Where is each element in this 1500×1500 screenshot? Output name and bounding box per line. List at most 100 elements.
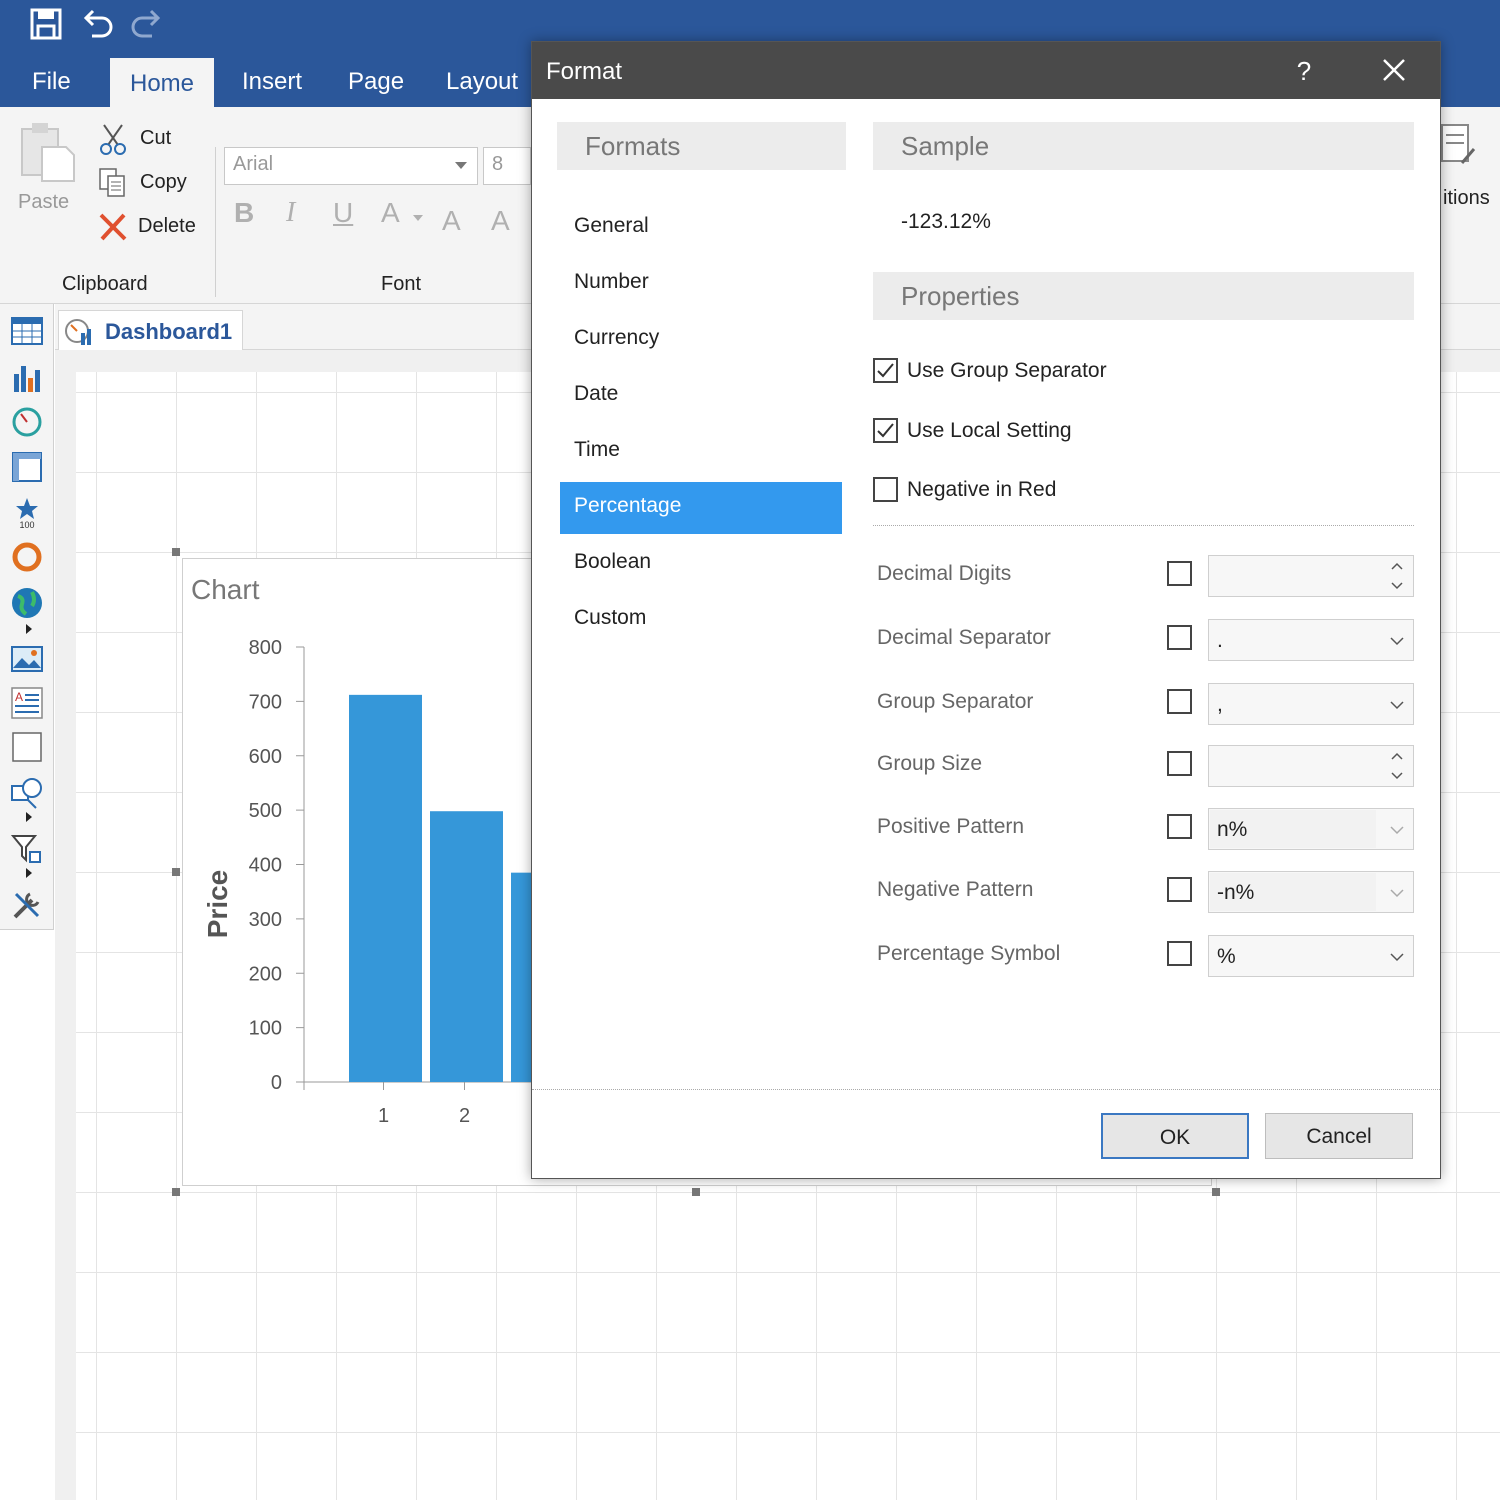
y-tick-label: 300	[249, 909, 282, 931]
negative-in-red-checkbox[interactable]	[873, 477, 898, 502]
option-label: Negative in Red	[907, 478, 1057, 501]
negative-pattern-checkbox[interactable]	[1167, 877, 1192, 902]
grow-font-button[interactable]: A	[442, 205, 461, 237]
group-size-spinner[interactable]	[1208, 745, 1414, 787]
group-separator-select[interactable]: ,	[1208, 683, 1414, 725]
negative-in-red-option[interactable]: Negative in Red	[873, 476, 1173, 506]
cancel-button[interactable]: Cancel	[1265, 1113, 1413, 1159]
tab-layout[interactable]: Layout	[446, 68, 518, 96]
font-color-button[interactable]: A	[381, 197, 400, 229]
chevron-down-icon[interactable]	[1387, 809, 1407, 849]
decimal-digits-checkbox[interactable]	[1167, 561, 1192, 586]
decimal-separator-checkbox[interactable]	[1167, 625, 1192, 650]
font-family-select[interactable]: Arial	[224, 147, 478, 185]
help-button[interactable]: ?	[1292, 56, 1316, 87]
expand-arrow-icon[interactable]	[26, 868, 32, 878]
group-size-label: Group Size	[877, 752, 983, 775]
x-tick-label: 1	[378, 1105, 389, 1127]
use-local-setting-checkbox[interactable]	[873, 418, 898, 443]
svg-text:100: 100	[19, 520, 34, 530]
copy-button[interactable]: Copy	[96, 167, 206, 201]
filter-icon[interactable]	[10, 832, 44, 866]
spinner-arrows-icon[interactable]	[1387, 746, 1407, 786]
chevron-down-icon[interactable]	[1387, 872, 1407, 912]
pivot-icon[interactable]	[10, 450, 44, 484]
y-tick-label: 600	[249, 746, 282, 768]
format-item-general[interactable]: General	[560, 202, 842, 254]
expand-arrow-icon[interactable]	[26, 624, 32, 634]
expand-arrow-icon[interactable]	[26, 812, 32, 822]
decimal-separator-select[interactable]: .	[1208, 619, 1414, 661]
percentage-symbol-select[interactable]: %	[1208, 935, 1414, 977]
tab-page[interactable]: Page	[348, 68, 404, 96]
ok-button[interactable]: OK	[1101, 1113, 1249, 1159]
group-separator-checkbox[interactable]	[1167, 689, 1192, 714]
redo-icon[interactable]	[128, 6, 164, 42]
resize-handle[interactable]	[172, 868, 180, 876]
shape-icon[interactable]	[10, 776, 44, 810]
cut-button[interactable]: Cut	[96, 123, 206, 157]
tab-file[interactable]: File	[32, 68, 71, 96]
chevron-down-icon[interactable]	[1387, 684, 1407, 724]
container-icon[interactable]	[10, 730, 44, 764]
format-item-date[interactable]: Date	[560, 370, 842, 422]
undo-icon[interactable]	[80, 6, 116, 42]
negative-pattern-select[interactable]: -n%	[1208, 871, 1414, 913]
italic-button[interactable]: I	[286, 197, 295, 229]
positive-pattern-select[interactable]: n%	[1208, 808, 1414, 850]
tab-home[interactable]: Home	[110, 58, 215, 108]
format-item-time[interactable]: Time	[560, 426, 842, 478]
conditions-icon[interactable]	[1440, 123, 1476, 173]
clipboard-group-label: Clipboard	[62, 273, 148, 295]
decimal-separator-label: Decimal Separator	[877, 626, 1051, 649]
underline-button[interactable]: U	[333, 197, 353, 229]
close-icon[interactable]	[1378, 54, 1410, 86]
negative-pattern-value: -n%	[1217, 881, 1255, 904]
donut-icon[interactable]	[10, 540, 44, 574]
y-tick-label: 200	[249, 963, 282, 985]
decimal-digits-spinner[interactable]	[1208, 555, 1414, 597]
spinner-arrows-icon[interactable]	[1387, 556, 1407, 596]
format-item-percentage[interactable]: Percentage	[560, 482, 842, 534]
bar-2	[430, 811, 503, 1082]
y-tick-label: 500	[249, 800, 282, 822]
use-group-separator-checkbox[interactable]	[873, 358, 898, 383]
group-size-checkbox[interactable]	[1167, 751, 1192, 776]
format-item-boolean[interactable]: Boolean	[560, 538, 842, 590]
tab-dashboard1[interactable]: Dashboard1	[58, 310, 243, 352]
delete-button[interactable]: Delete	[96, 211, 206, 245]
gauge-icon[interactable]	[10, 404, 44, 438]
font-size-select[interactable]: 8	[483, 147, 531, 185]
shrink-font-button[interactable]: A	[491, 205, 510, 237]
tools-icon[interactable]	[10, 888, 44, 922]
resize-handle[interactable]	[172, 1188, 180, 1196]
tab-insert[interactable]: Insert	[242, 68, 302, 96]
paste-button[interactable]: Paste	[12, 121, 80, 221]
bar-chart-icon[interactable]	[10, 360, 44, 394]
resize-handle[interactable]	[172, 548, 180, 556]
font-group-label: Font	[381, 273, 422, 295]
chevron-down-icon[interactable]	[1387, 620, 1407, 660]
image-icon[interactable]	[10, 642, 44, 676]
richtext-icon[interactable]: A	[10, 686, 44, 720]
scissors-icon	[100, 124, 126, 155]
group-divider	[215, 147, 216, 297]
dialog-title-bar[interactable]: Format ?	[532, 42, 1440, 99]
paste-label: Paste	[18, 191, 70, 213]
use-group-separator-option[interactable]: Use Group Separator	[873, 357, 1173, 387]
rating-icon[interactable]: 100	[10, 496, 44, 530]
save-icon[interactable]	[28, 6, 64, 42]
format-item-currency[interactable]: Currency	[560, 314, 842, 366]
positive-pattern-checkbox[interactable]	[1167, 814, 1192, 839]
globe-icon[interactable]	[10, 586, 44, 620]
bold-button[interactable]: B	[234, 197, 254, 229]
resize-handle[interactable]	[692, 1188, 700, 1196]
chevron-down-icon[interactable]	[1387, 936, 1407, 976]
use-local-setting-option[interactable]: Use Local Setting	[873, 417, 1173, 447]
format-item-custom[interactable]: Custom	[560, 594, 842, 646]
table-icon[interactable]	[10, 314, 44, 348]
format-item-number[interactable]: Number	[560, 258, 842, 310]
percentage-symbol-checkbox[interactable]	[1167, 941, 1192, 966]
divider	[873, 525, 1414, 526]
resize-handle[interactable]	[1212, 1188, 1220, 1196]
